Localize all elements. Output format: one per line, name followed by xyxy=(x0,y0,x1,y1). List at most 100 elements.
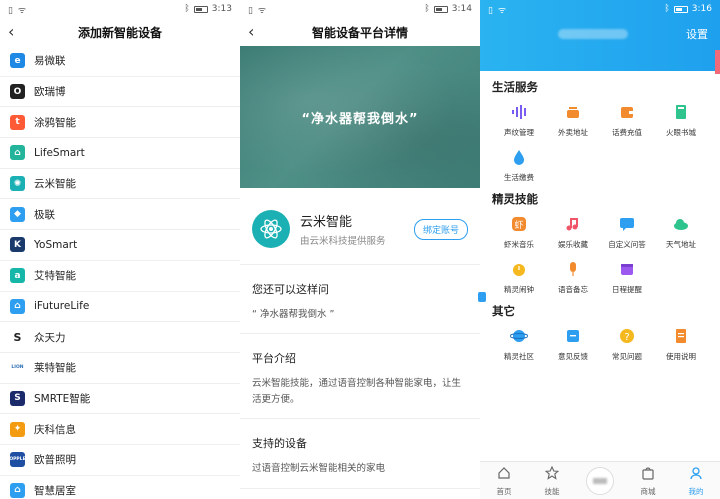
tab-star[interactable]: 技能 xyxy=(528,462,576,499)
feature-label: 娱乐收藏 xyxy=(558,240,588,249)
platform-list-item[interactable]: LION 莱特智能 xyxy=(0,352,240,384)
platform-list-item[interactable]: O 欧瑞博 xyxy=(0,76,240,108)
section-body: “ 净水器帮我倒水 ” xyxy=(252,309,335,320)
platform-list-item[interactable]: ✦ 庆科信息 xyxy=(0,414,240,445)
platform-label: SMRTE智能 xyxy=(34,392,91,405)
title-bar: ‹ 智能设备平台详情 xyxy=(240,18,480,46)
platform-list-item[interactable]: S 众天力 xyxy=(0,322,240,353)
provider-name: 云米智能 xyxy=(300,215,353,230)
feature-label: 日程提醒 xyxy=(612,285,642,294)
battery-icon xyxy=(193,5,208,13)
section-title: 平台介绍 xyxy=(252,352,296,366)
feature-item[interactable]: 虾虾米音乐 xyxy=(492,215,546,250)
feature-item[interactable]: 外卖地址 xyxy=(546,103,600,138)
platform-list-item[interactable]: ⌂ LifeSmart xyxy=(0,138,240,169)
feature-item[interactable]: 声纹管理 xyxy=(492,103,546,138)
platform-list-item[interactable]: ⌂ 智慧居室 xyxy=(0,475,240,499)
feature-item[interactable]: 娱乐收藏 xyxy=(546,215,600,250)
feature-label: 自定义问答 xyxy=(608,240,646,249)
detail-section: 支持的设备 过语音控制云米智能相关的家电 xyxy=(240,419,480,489)
panel-add-device: ▯ ᯤ ᛒ 3:13 ‹ 添加新智能设备 e 易微联 O 欧瑞博 t 涂鸦智能 ⌂ LifeSm… xyxy=(0,0,240,499)
viomi-logo-icon xyxy=(252,210,290,248)
panel-profile: ▯ ᯤ ᛒ 3:16 设置 生活服务 声纹管理 外卖地址 话费充值 火眼书城 生活缴费 精灵技… xyxy=(480,0,720,499)
platform-label: 艾特智能 xyxy=(34,270,76,283)
feature-grid: 精灵社区 意见反馈? 常见问题 使用说明 xyxy=(492,327,708,362)
feature-item[interactable]: 日程提醒 xyxy=(600,260,654,295)
platform-label: 涂鸦智能 xyxy=(34,116,76,129)
back-icon[interactable]: ‹ xyxy=(248,22,254,41)
platform-list-item[interactable]: OPPLE 欧普照明 xyxy=(0,444,240,476)
platform-logo-icon: S xyxy=(13,330,22,344)
platform-list-item[interactable]: ✺ 云米智能 xyxy=(0,168,240,200)
bottom-tab-bar: 首页 技能 商城 我的 xyxy=(480,461,720,499)
platform-logo-icon: ⌂ xyxy=(10,298,25,314)
wallet-icon xyxy=(618,103,636,121)
feature-item[interactable]: 火眼书城 xyxy=(654,103,708,138)
tab-center[interactable] xyxy=(576,462,624,499)
soundwave-icon xyxy=(510,103,528,121)
book-icon xyxy=(672,103,690,121)
battery-icon xyxy=(673,5,688,13)
feature-item[interactable]: ? 常见问题 xyxy=(600,327,654,362)
scrollbar[interactable] xyxy=(715,50,720,74)
feature-item[interactable]: 精灵社区 xyxy=(492,327,546,362)
bind-account-button[interactable]: 绑定账号 xyxy=(413,218,468,240)
detail-section: 您还可以这样问 “ 净水器帮我倒水 ” xyxy=(240,265,480,335)
feature-item[interactable]: 生活缴费 xyxy=(492,148,546,183)
feature-group: 生活服务 声纹管理 外卖地址 话费充值 火眼书城 生活缴费 xyxy=(480,71,720,183)
feature-item[interactable]: 使用说明 xyxy=(654,327,708,362)
profile-icon xyxy=(689,465,703,484)
feature-item[interactable]: 精灵闹钟 xyxy=(492,260,546,295)
music-icon xyxy=(564,215,582,233)
feature-groups: 生活服务 声纹管理 外卖地址 话费充值 火眼书城 生活缴费 精灵技能虾虾米音乐 娱乐收藏 自定义… xyxy=(480,71,720,362)
feature-item[interactable]: 自定义问答 xyxy=(600,215,654,250)
platform-label: 云米智能 xyxy=(34,178,76,191)
feature-item[interactable]: 意见反馈 xyxy=(546,327,600,362)
platform-list-item[interactable]: e 易微联 xyxy=(0,46,240,77)
feature-label: 火眼书城 xyxy=(666,128,696,137)
group-title: 其它 xyxy=(492,304,515,318)
platform-logo-icon: ◆ xyxy=(10,206,25,222)
feature-label: 虾米音乐 xyxy=(504,240,534,249)
platform-list-item[interactable]: K YoSmart xyxy=(0,230,240,261)
center-icon xyxy=(586,466,614,495)
svg-text:?: ? xyxy=(624,332,629,343)
platform-logo-icon: a xyxy=(10,268,25,284)
platform-list-item[interactable]: S SMRTE智能 xyxy=(0,383,240,415)
platform-logo-icon: ✺ xyxy=(10,176,25,192)
bluetooth-icon: ᛒ xyxy=(664,4,670,14)
feature-label: 声纹管理 xyxy=(504,128,534,137)
platform-label: 极联 xyxy=(34,208,55,221)
settings-link[interactable]: 设置 xyxy=(686,26,708,42)
feature-group: 其它精灵社区 意见反馈? 常见问题 使用说明 xyxy=(480,295,720,362)
signal-icon: ▯ ᯤ xyxy=(248,5,268,16)
feature-item[interactable]: 语音备忘 xyxy=(546,260,600,295)
tab-shop[interactable]: 商城 xyxy=(624,462,672,499)
detail-sections: 您还可以这样问 “ 净水器帮我倒水 ” 平台介绍 云米智能技能，通过语音控制各种智能家… xyxy=(240,265,480,489)
tab-home[interactable]: 首页 xyxy=(480,462,528,499)
feature-label: 生活缴费 xyxy=(504,173,534,182)
manual-icon xyxy=(672,327,690,345)
floating-handle[interactable] xyxy=(478,292,486,302)
back-icon[interactable]: ‹ xyxy=(8,22,14,41)
platform-list-item[interactable]: a 艾特智能 xyxy=(0,260,240,292)
platform-label: 庆科信息 xyxy=(34,423,76,436)
feedback-icon xyxy=(564,327,582,345)
platform-list-item[interactable]: ◆ 极联 xyxy=(0,199,240,231)
feature-item[interactable]: 话费充值 xyxy=(600,103,654,138)
calendar-icon xyxy=(618,260,636,278)
platform-label: YoSmart xyxy=(34,238,78,251)
status-time: 3:16 xyxy=(691,4,712,14)
tab-label: 首页 xyxy=(496,486,512,496)
battery-icon xyxy=(433,5,448,13)
status-time: 3:14 xyxy=(451,4,472,14)
tab-profile[interactable]: 我的 xyxy=(672,462,720,499)
platform-label: LifeSmart xyxy=(34,146,85,159)
platform-logo-icon: ✦ xyxy=(10,421,25,437)
platform-label: 众天力 xyxy=(34,331,66,344)
platform-list-item[interactable]: t 涂鸦智能 xyxy=(0,107,240,139)
feature-item[interactable]: 天气地址 xyxy=(654,215,708,250)
platform-logo-icon: K xyxy=(10,237,25,253)
platform-list: e 易微联 O 欧瑞博 t 涂鸦智能 ⌂ LifeSmart ✺ 云米智能 ◆ 极联 K YoSmart a… xyxy=(0,46,240,499)
platform-list-item[interactable]: ⌂ iFutureLife xyxy=(0,291,240,323)
